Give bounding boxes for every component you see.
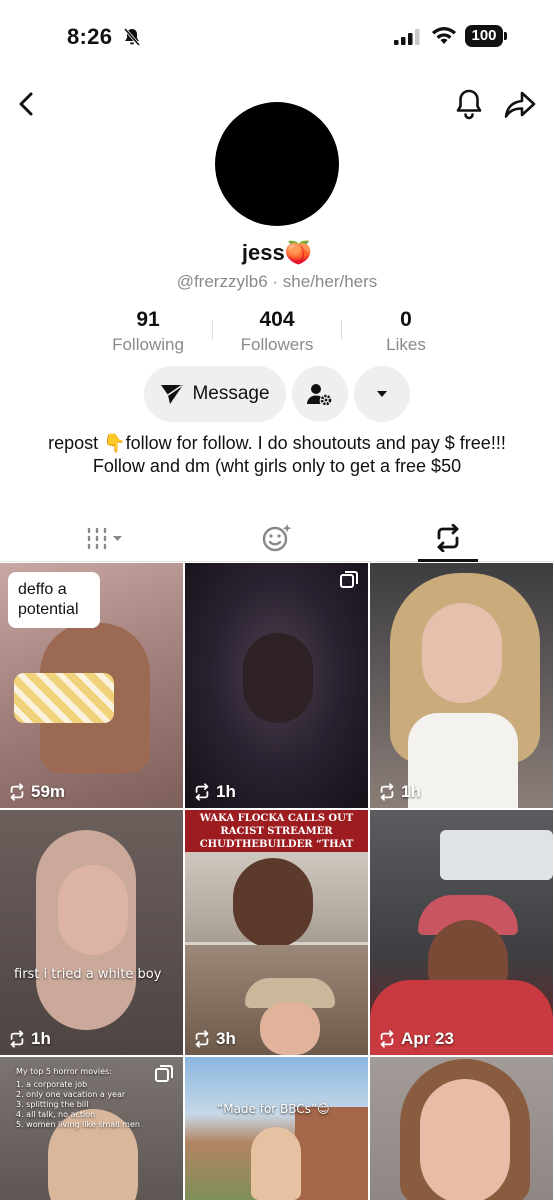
video-caption: “Made for BBCs”😊 [217,1102,330,1116]
stat-value: 0 [400,308,412,331]
caption-bubble: deffo a potential [8,572,100,628]
profile-bio: repost 👇follow for follow. I do shoutout… [48,433,506,476]
message-button-label: Message [192,383,270,404]
tab-videos[interactable] [14,514,198,562]
wifi-icon [432,27,456,44]
stat-value: 404 [259,308,295,331]
repost-time: 1h [401,782,421,801]
notification-bell-icon[interactable] [455,88,483,120]
video-thumbnail[interactable]: deffo a potential 59m [0,563,183,808]
share-icon[interactable] [503,89,537,119]
repost-icon [195,783,209,801]
video-caption: My top 5 horror movies: 1. a corporate j… [16,1067,140,1130]
repost-time-label: 3h [193,1029,236,1049]
stat-likes[interactable]: 0 Likes [336,308,476,355]
back-icon[interactable] [14,90,40,118]
repost-icon [437,524,459,552]
repost-time: 1h [31,1029,51,1048]
video-thumbnail[interactable]: My top 5 horror movies: 1. a corporate j… [0,1057,183,1200]
friend-settings-button[interactable] [292,366,348,422]
video-thumbnail[interactable]: Apr 23 [370,810,553,1055]
repost-icon [380,783,394,801]
repost-time: Apr 23 [401,1029,454,1048]
user-settings-icon [307,384,332,406]
handle-separator: · [272,272,279,291]
handle-row: @frerzzylb6 · she/her/hers [0,272,554,292]
stat-label: Likes [386,335,426,354]
tab-reposts[interactable] [356,514,540,562]
avatar[interactable] [215,102,339,226]
repost-time-label: 1h [378,782,421,802]
repost-icon [380,1030,394,1048]
cellular-signal-icon [394,29,420,45]
caption-line: 2. only one vacation a year [16,1090,126,1099]
caption-line: 4. all talk, no action [16,1110,96,1119]
tab-favorites[interactable] [185,514,369,562]
video-thumbnail[interactable]: 1h [185,563,368,808]
stat-following[interactable]: 91 Following [78,308,218,355]
caret-down-icon [377,391,387,397]
status-time: 8:26 [67,24,113,49]
repost-icon [195,1030,209,1048]
status-bar: 8:26 100 [0,0,554,72]
more-options-button[interactable] [354,366,410,422]
video-thumbnail[interactable] [370,1057,553,1200]
content-tabs [0,514,554,562]
repost-time: 3h [216,1029,236,1048]
video-thumbnail[interactable]: first i tried a white boy 1h [0,810,183,1055]
video-thumbnail[interactable]: 1h [370,563,553,808]
caption-line: 1. a corporate job [16,1080,88,1089]
stat-value: 91 [136,308,160,331]
repost-time-label: Apr 23 [378,1029,454,1049]
active-tab-indicator [418,559,478,562]
battery-cap [504,32,507,40]
bell-off-icon [123,28,141,46]
stat-label: Following [112,335,184,354]
news-headline: WAKA FLOCKA CALLS OUT RACIST STREAMER CH… [185,810,368,863]
repost-time-label: 1h [8,1029,51,1049]
video-thumbnail[interactable]: WAKA FLOCKA CALLS OUT RACIST STREAMER CH… [185,810,368,1055]
repost-time-label: 59m [8,782,65,802]
video-thumbnail[interactable]: “Made for BBCs”😊 [185,1057,368,1200]
repost-icon [10,783,24,801]
video-caption: first i tried a white boy [14,967,162,982]
photo-carousel-icon [155,1065,173,1082]
battery-indicator: 100 [465,25,507,47]
caption-line: 5. women living like small men [16,1120,140,1129]
send-icon [161,384,184,404]
stat-label: Followers [240,335,314,354]
photo-carousel-icon [340,571,358,588]
caption-line: 3. splitting the bill [16,1100,89,1109]
profile-name: jess🍑 [241,240,313,265]
message-button[interactable]: Message [144,366,286,422]
repost-icon [10,1030,24,1048]
repost-time: 59m [31,782,66,801]
profile-pronouns: she/her/hers [282,272,378,291]
battery-level: 100 [465,25,503,47]
repost-time-label: 1h [193,782,236,802]
stat-followers[interactable]: 404 Followers [207,308,347,355]
caption-title: My top 5 horror movies: [16,1067,112,1076]
repost-time: 1h [216,782,236,801]
favorites-icon [262,524,292,552]
grid-icon [87,527,122,550]
profile-handle: @frerzzylb6 [176,272,268,291]
